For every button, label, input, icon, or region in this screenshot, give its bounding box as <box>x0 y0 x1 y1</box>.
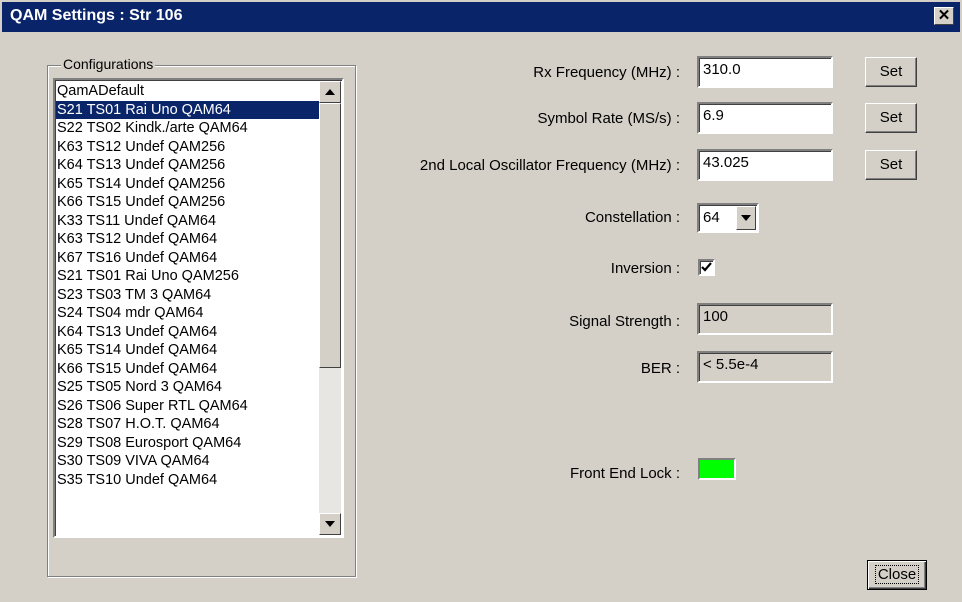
list-item[interactable]: S24 TS04 mdr QAM64 <box>56 304 321 323</box>
lo2-frequency-input[interactable]: 43.025 <box>697 149 833 181</box>
set-symbol-rate-button[interactable]: Set <box>865 103 917 133</box>
set-lo2-frequency-button[interactable]: Set <box>865 150 917 180</box>
configurations-listbox[interactable]: QamADefault S21 TS01 Rai Uno QAM64 S22 TS0… <box>53 78 344 538</box>
close-button[interactable]: Close <box>867 560 927 590</box>
list-item[interactable]: K65 TS14 Undef QAM256 <box>56 175 321 194</box>
list-item[interactable]: S26 TS06 Super RTL QAM64 <box>56 397 321 416</box>
scroll-up-arrow-icon <box>325 89 335 95</box>
close-button-label: Close <box>874 565 920 584</box>
ber-label: BER : <box>640 360 680 377</box>
constellation-dropdown-button[interactable] <box>736 206 756 230</box>
list-item[interactable]: S29 TS08 Eurosport QAM64 <box>56 434 321 453</box>
inversion-label: Inversion : <box>610 260 680 277</box>
list-item[interactable]: S35 TS10 Undef QAM64 <box>56 471 321 490</box>
list-item[interactable]: S21 TS01 Rai Uno QAM64 <box>56 100 321 119</box>
ber-value: < 5.5e-4 <box>697 351 833 383</box>
constellation-label: Constellation : <box>584 209 680 226</box>
constellation-value: 64 <box>703 209 720 226</box>
scroll-down-arrow-icon <box>325 521 335 527</box>
list-item[interactable]: K63 TS12 Undef QAM64 <box>56 230 321 249</box>
close-icon[interactable]: ✕ <box>934 7 954 25</box>
configurations-list: QamADefault S21 TS01 Rai Uno QAM64 S22 TS0… <box>56 82 321 489</box>
list-item[interactable]: S22 TS02 Kindk./arte QAM64 <box>56 119 321 138</box>
list-item[interactable]: K65 TS14 Undef QAM64 <box>56 341 321 360</box>
scroll-up-button[interactable] <box>319 81 341 103</box>
signal-strength-value: 100 <box>697 303 833 335</box>
list-item[interactable]: K66 TS15 Undef QAM64 <box>56 360 321 379</box>
list-item[interactable]: K67 TS16 Undef QAM64 <box>56 249 321 268</box>
list-item[interactable]: S21 TS01 Rai Uno QAM256 <box>56 267 321 286</box>
constellation-select[interactable]: 64 <box>697 203 759 233</box>
inversion-checkbox[interactable] <box>698 259 715 276</box>
list-item[interactable]: K64 TS13 Undef QAM64 <box>56 323 321 342</box>
dropdown-arrow-icon <box>741 215 751 221</box>
window-title: QAM Settings : Str 106 <box>10 7 183 24</box>
front-end-lock-indicator <box>698 458 736 480</box>
list-item[interactable]: S30 TS09 VIVA QAM64 <box>56 452 321 471</box>
list-item[interactable]: K66 TS15 Undef QAM256 <box>56 193 321 212</box>
symbol-rate-label: Symbol Rate (MS/s) : <box>537 110 680 127</box>
list-item[interactable]: S25 TS05 Nord 3 QAM64 <box>56 378 321 397</box>
set-rx-frequency-button[interactable]: Set <box>865 57 917 87</box>
list-item[interactable]: S28 TS07 H.O.T. QAM64 <box>56 415 321 434</box>
lo2-frequency-label: 2nd Local Oscillator Frequency (MHz) : <box>419 157 680 174</box>
configurations-label: Configurations <box>61 56 156 72</box>
list-item[interactable]: K64 TS13 Undef QAM256 <box>56 156 321 175</box>
list-item[interactable]: S23 TS03 TM 3 QAM64 <box>56 286 321 305</box>
qam-settings-window: QAM Settings : Str 106 ✕ Configurations … <box>0 0 962 602</box>
scroll-down-button[interactable] <box>319 513 341 535</box>
signal-strength-label: Signal Strength : <box>569 313 680 330</box>
checkmark-icon <box>701 262 712 272</box>
scroll-thumb[interactable] <box>319 103 341 368</box>
symbol-rate-input[interactable]: 6.9 <box>697 102 833 134</box>
vertical-scrollbar[interactable] <box>319 81 341 535</box>
rx-frequency-input[interactable]: 310.0 <box>697 56 833 88</box>
title-bar[interactable]: QAM Settings : Str 106 ✕ <box>2 2 960 32</box>
list-item[interactable]: K63 TS12 Undef QAM256 <box>56 138 321 157</box>
rx-frequency-label: Rx Frequency (MHz) : <box>533 64 680 81</box>
list-item[interactable]: K33 TS11 Undef QAM64 <box>56 212 321 231</box>
front-end-lock-label: Front End Lock : <box>569 465 680 482</box>
list-item[interactable]: QamADefault <box>56 82 321 101</box>
